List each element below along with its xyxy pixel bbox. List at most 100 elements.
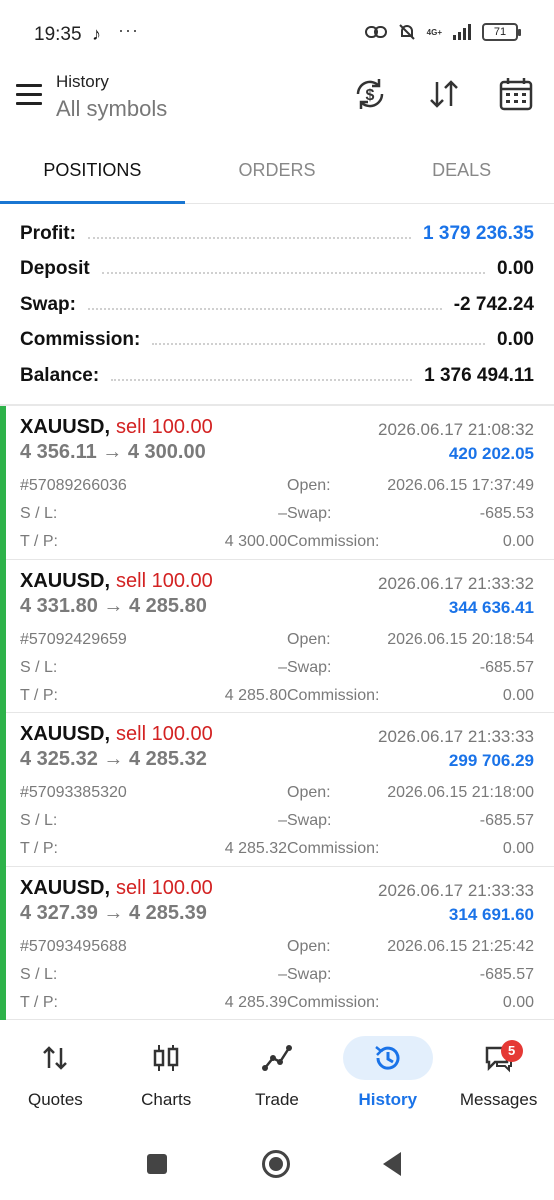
sl-value: – xyxy=(278,505,287,522)
position-profit: 314 691.60 xyxy=(448,904,534,924)
commission-label: Commission: xyxy=(287,993,380,1011)
tp-value: 4 285.32 xyxy=(224,840,287,857)
swap-value: -685.57 xyxy=(479,812,534,829)
nav-label: History xyxy=(358,1090,418,1109)
position-side: sell 100.00 xyxy=(116,416,213,438)
open-label: Open: xyxy=(287,477,331,494)
position-side: sell 100.00 xyxy=(116,723,213,745)
nav-trade[interactable]: Trade xyxy=(222,1030,333,1120)
swap-value: -685.53 xyxy=(479,505,534,522)
sort-icon[interactable] xyxy=(426,76,462,112)
position-side: sell 100.00 xyxy=(116,569,213,592)
open-time: 2026.06.15 20:18:54 xyxy=(387,630,534,648)
symbol-filter[interactable]: All symbols xyxy=(56,96,167,122)
commission-value: 0.00 xyxy=(502,533,534,550)
position-status-bar xyxy=(0,406,6,560)
position-row[interactable]: XAUUSD, sell 100.00 4 331.80 → 4 285.80 … xyxy=(0,559,554,713)
sl-value: – xyxy=(278,658,287,676)
nav-label: Quotes xyxy=(27,1090,83,1109)
position-profit: 344 636.41 xyxy=(448,597,534,617)
open-label: Open: xyxy=(287,784,331,801)
calendar-icon[interactable] xyxy=(498,76,534,112)
summary-label: Swap: xyxy=(20,293,76,315)
home-icon[interactable] xyxy=(262,1150,290,1178)
nav-label: Trade xyxy=(255,1090,299,1109)
summary-label: Deposit xyxy=(20,258,90,280)
summary-swap: Swap: -2 742.24 xyxy=(0,287,554,323)
back-icon[interactable] xyxy=(383,1152,401,1176)
nav-history[interactable]: History xyxy=(332,1030,443,1120)
position-close-time: 2026.06.17 21:33:32 xyxy=(378,573,534,593)
position-prices: 4 356.11 → 4 300.00 xyxy=(20,441,206,463)
dotted-leader xyxy=(101,272,486,275)
network-type-icon: 4G+ xyxy=(426,27,442,37)
position-ticket: #57093495688 xyxy=(20,937,127,955)
more-notifications-icon: ··· xyxy=(118,20,139,40)
summary-label: Balance: xyxy=(20,364,100,386)
commission-label: Commission: xyxy=(287,840,380,857)
swap-label: Swap: xyxy=(287,658,332,676)
commission-value: 0.00 xyxy=(502,993,534,1011)
tab-deals[interactable]: DEALS xyxy=(369,150,554,203)
sl-label: S / L: xyxy=(20,965,58,983)
position-close-time: 2026.06.17 21:08:32 xyxy=(378,420,534,439)
sl-label: S / L: xyxy=(20,812,58,829)
position-row[interactable]: XAUUSD, sell 100.00 4 325.32 → 4 285.32 … xyxy=(0,713,554,867)
recents-icon[interactable] xyxy=(147,1154,167,1174)
position-row[interactable]: XAUUSD, sell 100.00 4 327.39 → 4 285.39 … xyxy=(0,866,554,1020)
tp-label: T / P: xyxy=(20,840,58,857)
swap-label: Swap: xyxy=(287,812,332,829)
sl-value: – xyxy=(278,965,287,983)
position-status-bar xyxy=(0,559,6,713)
summary-value: 0.00 xyxy=(497,258,534,280)
svg-text:$: $ xyxy=(366,87,375,104)
tp-label: T / P: xyxy=(20,686,58,704)
positions-list: XAUUSD, sell 100.00 4 356.11 → 4 300.00 … xyxy=(0,406,554,1020)
position-prices: 4 327.39 → 4 285.39 xyxy=(20,901,207,924)
commission-value: 0.00 xyxy=(502,840,534,857)
open-time: 2026.06.15 21:25:42 xyxy=(387,937,534,955)
position-ticket: #57092429659 xyxy=(20,630,127,648)
position-close-time: 2026.06.17 21:33:33 xyxy=(378,727,534,746)
position-ticket: #57089266036 xyxy=(20,477,127,494)
tab-positions[interactable]: POSITIONS xyxy=(0,150,185,204)
currency-sync-icon[interactable]: $ xyxy=(352,76,388,112)
position-status-bar xyxy=(0,866,6,1020)
signal-icon xyxy=(453,24,471,40)
menu-icon[interactable] xyxy=(16,84,42,106)
summary-commission: Commission: 0.00 xyxy=(0,323,554,359)
bottom-navigation: Quotes Charts Trade History 5 Messages xyxy=(0,1030,554,1120)
nav-messages[interactable]: 5 Messages xyxy=(443,1030,554,1120)
nav-charts[interactable]: Charts xyxy=(111,1030,222,1120)
tp-label: T / P: xyxy=(20,993,58,1011)
open-time: 2026.06.15 17:37:49 xyxy=(387,477,534,494)
summary-profit: Profit: 1 379 236.35 xyxy=(0,216,554,252)
trade-line-icon xyxy=(261,1045,292,1071)
summary-value: -2 742.24 xyxy=(453,293,534,315)
commission-label: Commission: xyxy=(287,686,380,704)
open-time: 2026.06.15 21:18:00 xyxy=(387,784,534,801)
dotted-leader xyxy=(87,307,442,310)
app-header: History All symbols $ xyxy=(0,70,554,130)
nav-quotes[interactable]: Quotes xyxy=(0,1030,111,1120)
sl-label: S / L: xyxy=(20,505,58,522)
swap-label: Swap: xyxy=(287,505,332,522)
tab-orders[interactable]: ORDERS xyxy=(185,150,370,203)
position-row[interactable]: XAUUSD, sell 100.00 4 356.11 → 4 300.00 … xyxy=(0,406,554,560)
battery-icon: 71 xyxy=(482,23,521,41)
position-profit: 420 202.05 xyxy=(448,444,534,463)
summary-deposit: Deposit 0.00 xyxy=(0,252,554,288)
position-symbol: XAUUSD, xyxy=(20,876,111,899)
summary-label: Commission: xyxy=(20,329,141,351)
tiktok-icon: ♪ xyxy=(92,24,101,44)
position-symbol: XAUUSD, xyxy=(20,416,111,438)
open-label: Open: xyxy=(287,937,331,955)
position-status-bar xyxy=(0,713,6,867)
position-prices: 4 331.80 → 4 285.80 xyxy=(20,594,207,617)
swap-value: -685.57 xyxy=(479,965,534,983)
commission-label: Commission: xyxy=(287,533,380,550)
account-summary: Profit: 1 379 236.35 Deposit 0.00 Swap: … xyxy=(0,216,554,394)
position-side: sell 100.00 xyxy=(116,876,213,899)
dotted-leader xyxy=(87,236,412,239)
tp-value: 4 285.80 xyxy=(224,686,287,704)
